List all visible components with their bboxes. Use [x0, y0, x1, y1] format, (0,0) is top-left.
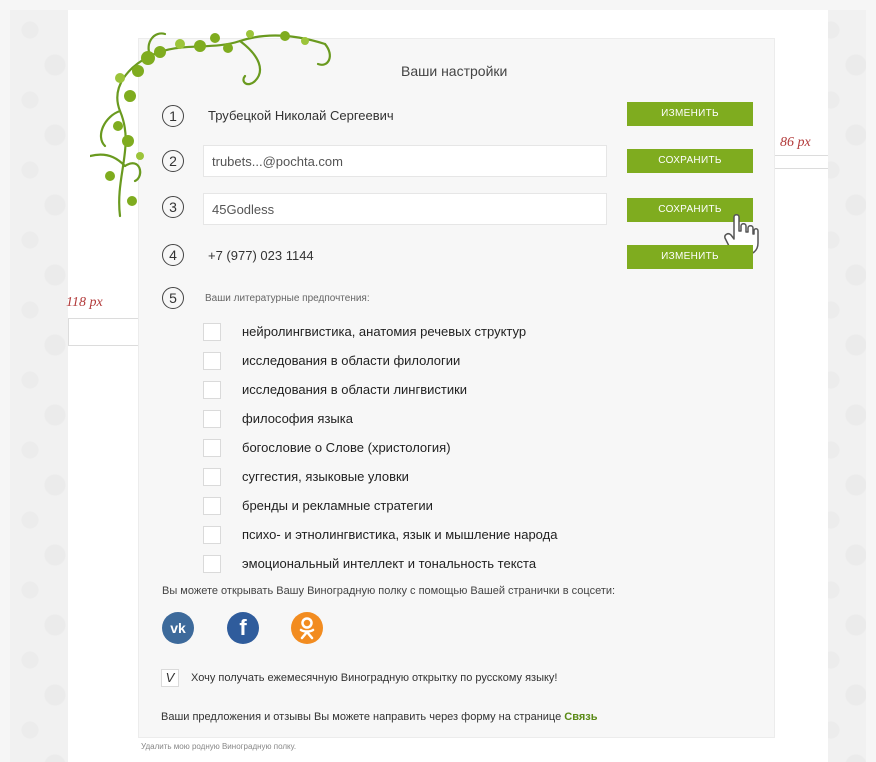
email-field[interactable] — [203, 145, 607, 177]
list-item[interactable]: суггестия, языковые уловки — [203, 462, 557, 491]
preference-label: бренды и рекламные стратегии — [242, 498, 433, 513]
delete-shelf-link[interactable]: Удалить мою родную Виноградную полку. — [141, 742, 296, 751]
list-item[interactable]: нейролингвистика, анатомия речевых струк… — [203, 317, 557, 346]
preferences-list: нейролингвистика, анатомия речевых струк… — [203, 317, 557, 578]
preference-checkbox[interactable] — [203, 525, 221, 544]
feedback-text: Ваши предложения и отзывы Вы можете напр… — [161, 711, 565, 723]
odnoklassniki-glyph — [299, 617, 315, 640]
dimension-tick-left — [68, 318, 69, 346]
preference-checkbox[interactable] — [203, 322, 221, 341]
dimension-line-left-bottom — [68, 345, 138, 346]
full-name-value: Трубецкой Николай Сергеевич — [208, 108, 394, 123]
step-number-2: 2 — [162, 150, 184, 172]
preference-label: суггестия, языковые уловки — [242, 469, 409, 484]
preference-label: психо- и этнолингвистика, язык и мышлени… — [242, 527, 558, 542]
list-item[interactable]: богословие о Слове (христология) — [203, 433, 557, 462]
preference-checkbox[interactable] — [203, 554, 221, 573]
preference-checkbox[interactable] — [203, 351, 221, 370]
list-item[interactable]: эмоциональный интеллект и тональность те… — [203, 549, 557, 578]
preference-checkbox[interactable] — [203, 409, 221, 428]
contact-page-link[interactable]: Связь — [564, 711, 597, 723]
list-item[interactable]: психо- и этнолингвистика, язык и мышлени… — [203, 520, 557, 549]
background-pattern-left — [10, 10, 70, 762]
preference-checkbox[interactable] — [203, 380, 221, 399]
password-field[interactable] — [203, 193, 607, 225]
page-title: Ваши настройки — [401, 63, 508, 79]
preference-label: эмоциональный интеллект и тональность те… — [242, 556, 537, 571]
preference-label: богословие о Слове (христология) — [242, 440, 451, 455]
step-number-5: 5 — [162, 287, 184, 309]
preferences-heading: Ваши литературные предпочтения: — [205, 293, 370, 304]
preference-checkbox[interactable] — [203, 467, 221, 486]
phone-value: +7 (977) 023 1144 — [208, 248, 314, 263]
dimension-line-right — [773, 155, 828, 156]
preference-checkbox[interactable] — [203, 496, 221, 515]
subscription-label: Хочу получать ежемесячную Виноградную от… — [191, 672, 558, 684]
list-item[interactable]: исследования в области филологии — [203, 346, 557, 375]
save-email-button[interactable]: СОХРАНИТЬ — [627, 149, 753, 173]
odnoklassniki-icon[interactable] — [291, 612, 323, 644]
dimension-label-right: 86 px — [780, 135, 811, 150]
subscription-checkbox[interactable]: V — [161, 669, 179, 687]
list-item[interactable]: философия языка — [203, 404, 557, 433]
preference-label: философия языка — [242, 411, 353, 426]
dimension-label-left: 118 px — [66, 295, 103, 310]
edit-name-button[interactable]: ИЗМЕНИТЬ — [627, 102, 753, 126]
step-number-4: 4 — [162, 244, 184, 266]
preference-checkbox[interactable] — [203, 438, 221, 457]
dimension-line-left — [68, 318, 138, 319]
preference-label: исследования в области лингвистики — [242, 382, 468, 397]
facebook-icon[interactable]: f — [227, 612, 259, 644]
social-login-note: Вы можете открывать Вашу Виноградную пол… — [162, 585, 616, 597]
dimension-line-right-bottom — [773, 168, 828, 169]
feedback-note: Ваши предложения и отзывы Вы можете напр… — [161, 711, 598, 723]
step-number-1: 1 — [162, 105, 184, 127]
preference-label: исследования в области филологии — [242, 353, 461, 368]
list-item[interactable]: исследования в области лингвистики — [203, 375, 557, 404]
preference-label: нейролингвистика, анатомия речевых струк… — [242, 324, 527, 339]
edit-phone-button[interactable]: ИЗМЕНИТЬ — [627, 245, 753, 269]
step-number-3: 3 — [162, 196, 184, 218]
list-item[interactable]: бренды и рекламные стратегии — [203, 491, 557, 520]
vk-icon[interactable]: vk — [162, 612, 194, 644]
